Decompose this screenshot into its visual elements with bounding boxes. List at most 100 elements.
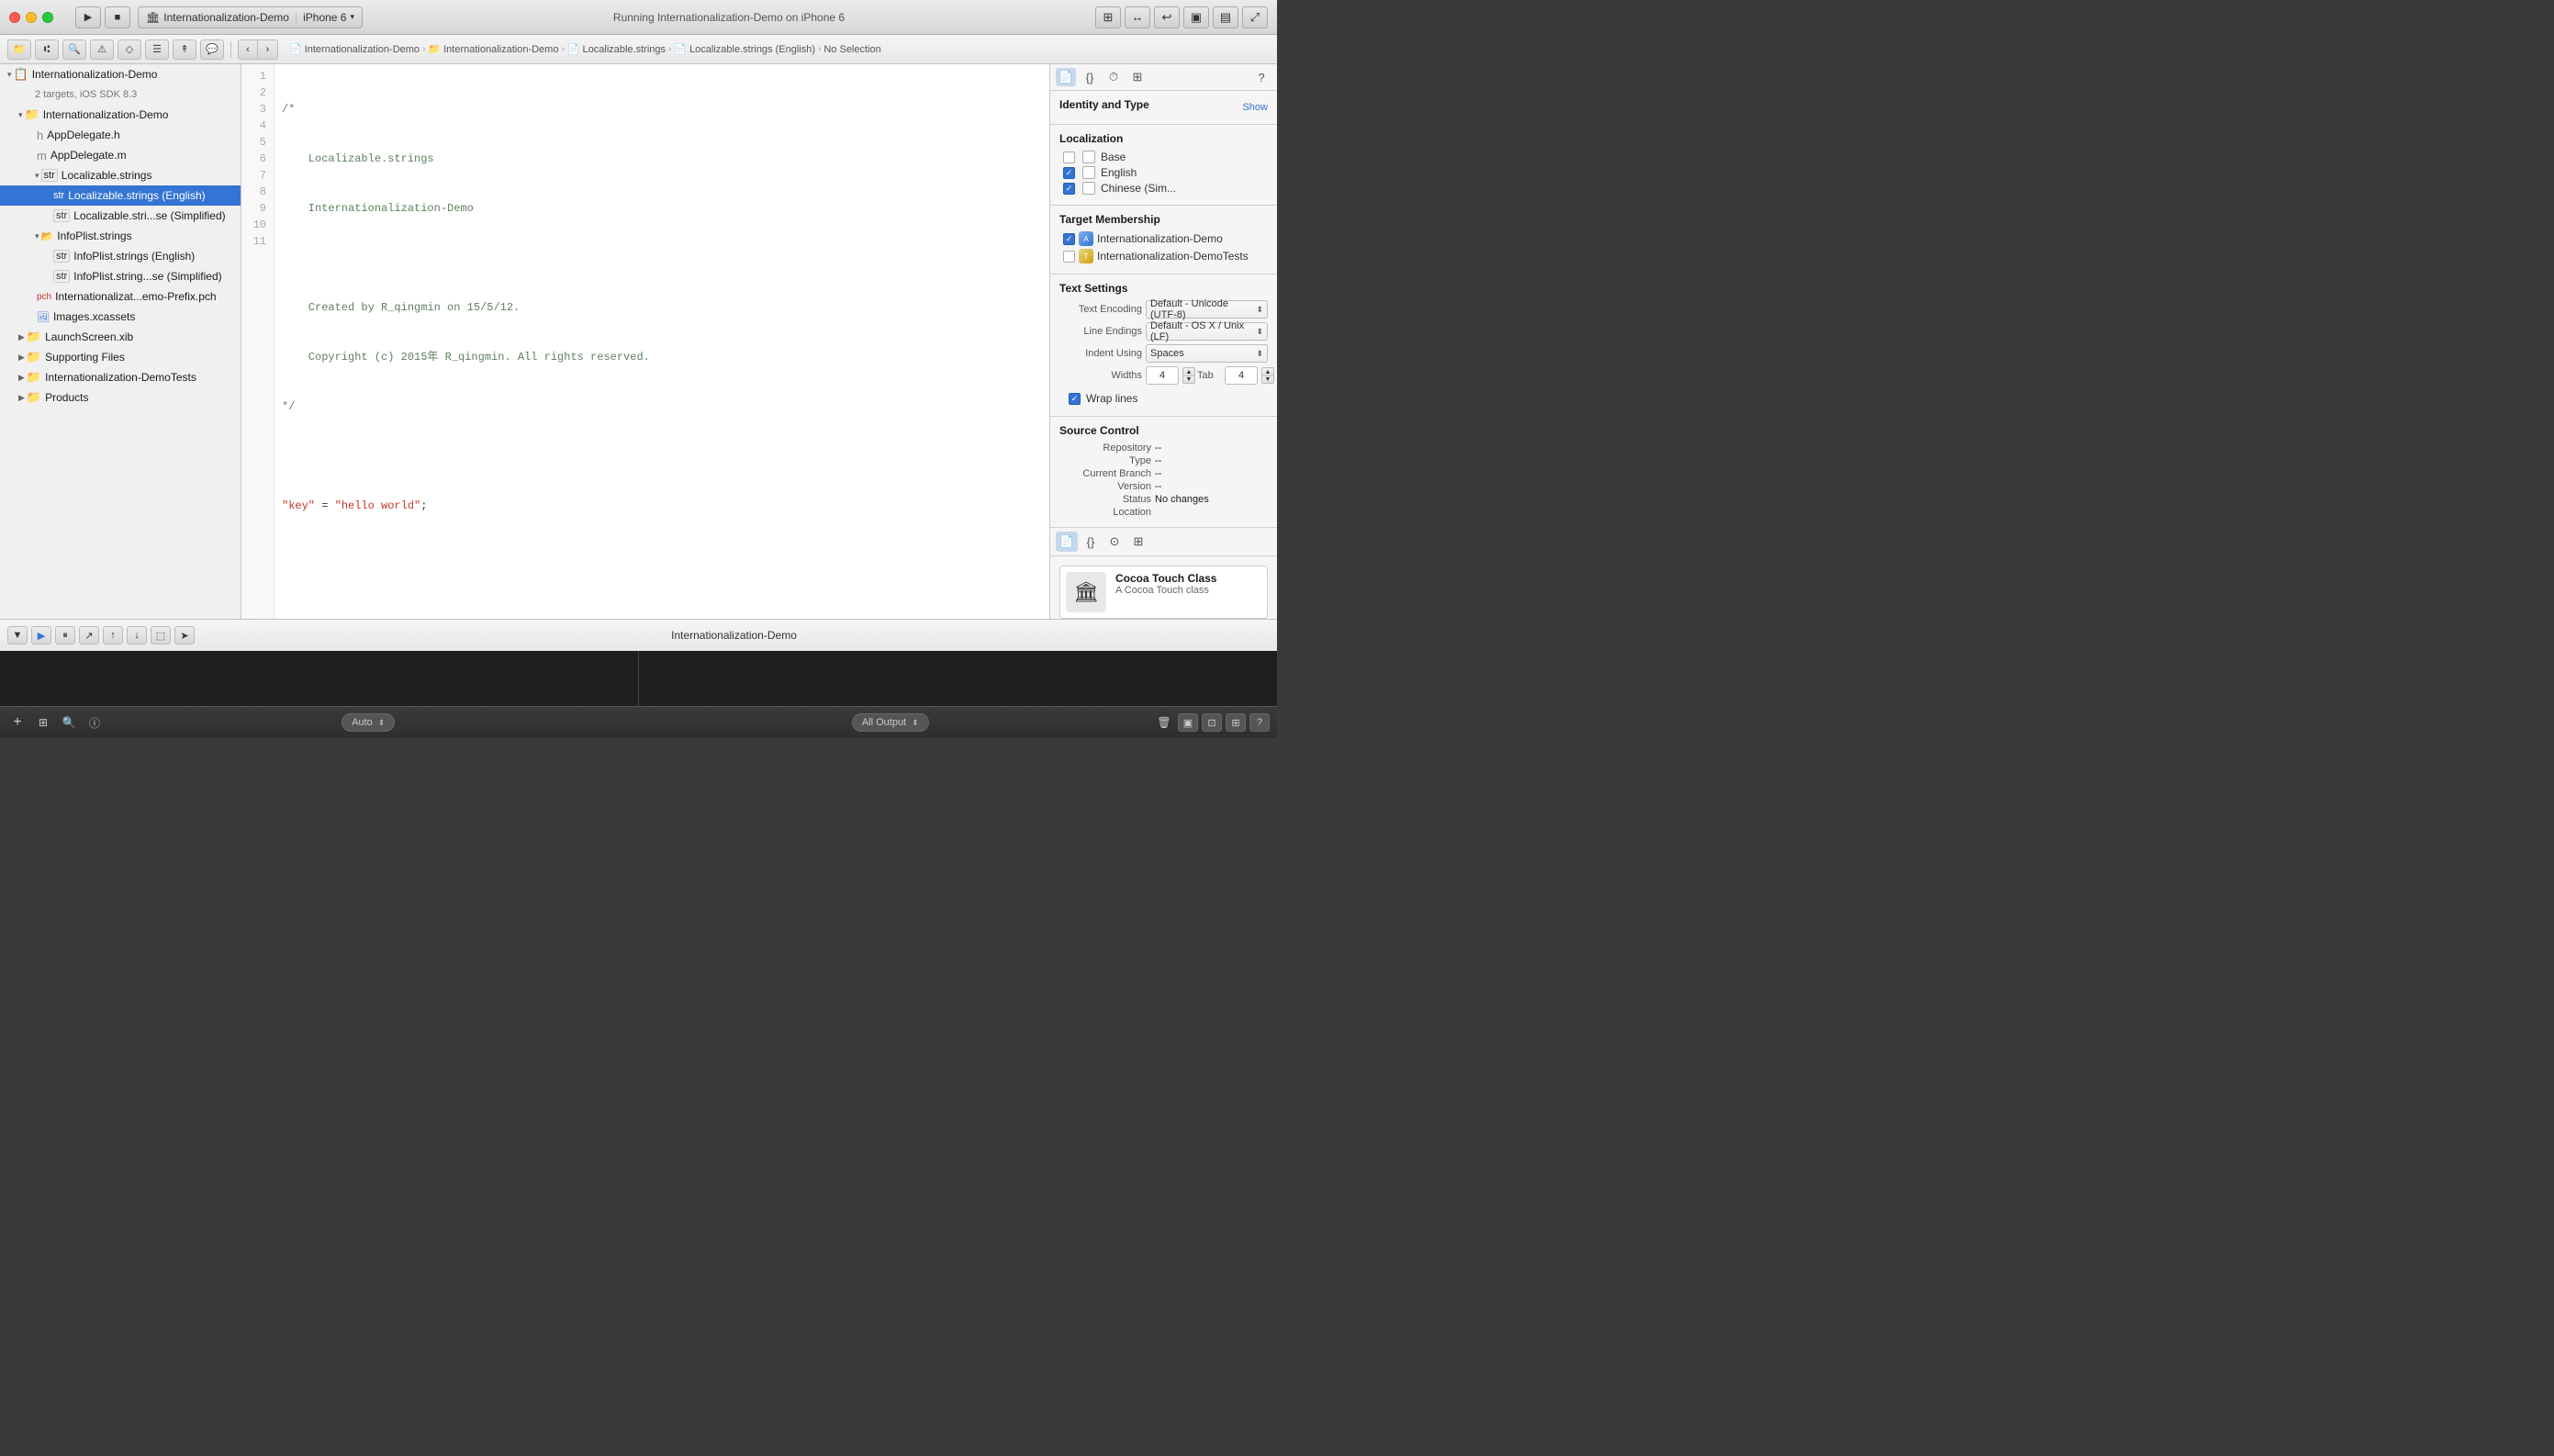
target-demo-checkbox[interactable] — [1063, 233, 1075, 245]
full-screen-button[interactable]: ⤢ — [1242, 6, 1268, 28]
line-endings-select[interactable]: Default - OS X / Unix (LF) ⬍ — [1146, 322, 1268, 341]
bottom-help-button[interactable]: ? — [1249, 713, 1270, 732]
sidebar-item-products[interactable]: 📁 Products — [0, 387, 241, 408]
localization-english-checkbox[interactable] — [1063, 167, 1075, 179]
sidebar-item-localizable-strings[interactable]: str Localizable.strings — [0, 165, 241, 185]
sidebar-item-infoplist[interactable]: 📂 InfoPlist.strings — [0, 226, 241, 246]
test-navigator-button[interactable]: ◇ — [118, 39, 141, 60]
rp-grid-button[interactable]: ⊞ — [1127, 68, 1148, 86]
indent-width-input[interactable]: 4 — [1225, 366, 1258, 385]
run-debug-button[interactable]: ▶ — [31, 626, 51, 644]
output-selector[interactable]: All Output ⬍ — [852, 713, 929, 732]
breadcrumb-item-1[interactable]: 📄 Internationalization-Demo — [289, 43, 420, 55]
zoom-button[interactable] — [42, 12, 53, 23]
tab-width-input[interactable]: 4 — [1146, 366, 1179, 385]
breadcrumb-item-4[interactable]: 📄 Localizable.strings (English) — [674, 43, 815, 55]
sidebar-item-appdelegate-h[interactable]: h AppDelegate.h — [0, 125, 241, 145]
step-out-button[interactable]: ↑ — [103, 626, 123, 644]
localization-base-checkbox[interactable] — [1063, 151, 1075, 163]
file-navigator-button[interactable]: 📁 — [7, 39, 31, 60]
close-button[interactable] — [9, 12, 20, 23]
pause-button[interactable]: ⏸ — [55, 626, 75, 644]
bottom-layout-3[interactable]: ⊞ — [1226, 713, 1246, 732]
breadcrumb-item-2[interactable]: 📁 Internationalization-Demo — [428, 43, 558, 55]
sidebar-item-main-group[interactable]: 📁 Internationalization-Demo — [0, 105, 241, 125]
rp-tab-json[interactable]: {} — [1080, 532, 1102, 552]
sidebar-item-supporting[interactable]: 📁 Supporting Files — [0, 347, 241, 367]
minimize-button[interactable] — [26, 12, 37, 23]
breakpoint-navigator-button[interactable]: ↟ — [173, 39, 196, 60]
auto-selector[interactable]: Auto ⬍ — [342, 713, 395, 732]
debug-navigator-button[interactable]: ☰ — [145, 39, 169, 60]
source-control-button[interactable]: ⑆ — [35, 39, 59, 60]
nav-forward-button[interactable]: › — [258, 39, 278, 60]
scheme-selector[interactable]: 🏛 Internationalization-Demo | iPhone 6 ▾ — [138, 6, 363, 28]
rp-show-button[interactable]: Show — [1242, 102, 1268, 113]
step-over-button[interactable]: ↗ — [79, 626, 99, 644]
sidebar-item-localizable-simplified[interactable]: str Localizable.stri...se (Simplified) — [0, 206, 241, 226]
encoding-select[interactable]: Default - Unicode (UTF-8) ⬍ — [1146, 300, 1268, 319]
right-panel-toggle[interactable]: ▤ — [1213, 6, 1238, 28]
sidebar-item-demotests[interactable]: 📁 Internationalization-DemoTests — [0, 367, 241, 387]
view-toggle-button[interactable]: ▣ — [1183, 6, 1209, 28]
disclosure-demotests[interactable] — [18, 373, 25, 383]
disclosure-main[interactable] — [18, 110, 23, 120]
report-navigator-button[interactable]: 💬 — [200, 39, 224, 60]
step-down-button[interactable]: ↓ — [127, 626, 147, 644]
rp-clock-button[interactable]: ⏱ — [1103, 68, 1124, 86]
console-toggle-button[interactable]: ▼ — [7, 626, 28, 644]
rp-tab-grid[interactable]: ⊞ — [1127, 532, 1149, 552]
sidebar-item-prefix-pch[interactable]: pch Internationalizat...emo-Prefix.pch — [0, 286, 241, 307]
indent-stepper-down[interactable]: ▼ — [1261, 375, 1274, 384]
sidebar-item-localizable-english[interactable]: str Localizable.strings (English) — [0, 185, 241, 206]
filter-button[interactable]: ⓘ — [84, 713, 105, 732]
disclosure-products[interactable] — [18, 393, 25, 403]
editor-layout-button[interactable]: ⊞ — [1095, 6, 1121, 28]
editor-mode-button[interactable]: ⊞ — [33, 713, 53, 732]
add-file-button[interactable]: + — [7, 713, 28, 732]
disclosure-supporting[interactable] — [18, 353, 25, 363]
code-editor[interactable]: 12345 67891011 /* Localizable.strings In… — [241, 64, 1049, 619]
sidebar-item-infoplist-english[interactable]: str InfoPlist.strings (English) — [0, 246, 241, 266]
issue-navigator-button[interactable]: ⚠ — [90, 39, 114, 60]
jump-bar-button[interactable]: ↔ — [1125, 6, 1150, 28]
template-card-cocoa[interactable]: 🏛 Cocoa Touch Class A Cocoa Touch class — [1059, 566, 1268, 619]
stop-button[interactable]: ■ — [105, 6, 130, 28]
sidebar-item-infoplist-simplified[interactable]: str InfoPlist.string...se (Simplified) — [0, 266, 241, 286]
scope-button[interactable]: 🔍 — [59, 713, 79, 732]
sidebar-item-launchscreen[interactable]: 📁 LaunchScreen.xib — [0, 327, 241, 347]
sidebar-item-images[interactable]: 🖼 Images.xcassets — [0, 307, 241, 327]
back-forward-button[interactable]: ↩ — [1154, 6, 1180, 28]
indent-stepper-up[interactable]: ▲ — [1261, 367, 1274, 375]
disclosure-infoplist[interactable] — [35, 231, 39, 241]
code-content[interactable]: /* Localizable.strings Internationalizat… — [274, 64, 1049, 619]
debug-console-right[interactable] — [639, 651, 1277, 706]
run-button[interactable]: ▶ — [75, 6, 101, 28]
disclosure-localizable[interactable] — [35, 171, 39, 181]
debug-console-left[interactable] — [0, 651, 639, 706]
breadcrumb-item-3[interactable]: 📄 Localizable.strings — [567, 43, 666, 55]
frame-button[interactable]: ⬚ — [151, 626, 171, 644]
rp-tab-file[interactable]: 📄 — [1056, 532, 1078, 552]
bottom-layout-2[interactable]: ⊡ — [1202, 713, 1222, 732]
rp-file-button[interactable]: 📄 — [1056, 68, 1076, 86]
rp-help-button[interactable]: ? — [1251, 68, 1271, 86]
localization-chinese-checkbox[interactable] — [1063, 183, 1075, 195]
trash-button[interactable]: 🗑 — [1154, 713, 1174, 732]
tab-stepper-down[interactable]: ▼ — [1182, 375, 1195, 384]
simulator-button[interactable]: ➤ — [174, 626, 195, 644]
bottom-layout-1[interactable]: ▣ — [1178, 713, 1198, 732]
disclosure-launchscreen[interactable] — [18, 332, 25, 342]
code-editor-area[interactable]: 12345 67891011 /* Localizable.strings In… — [241, 64, 1049, 619]
nav-back-button[interactable]: ‹ — [238, 39, 258, 60]
rp-tab-clock[interactable]: ⊙ — [1103, 532, 1126, 552]
disclosure-root[interactable] — [7, 70, 12, 80]
tab-stepper-up[interactable]: ▲ — [1182, 367, 1195, 375]
wrap-lines-checkbox[interactable] — [1069, 393, 1081, 405]
rp-json-button[interactable]: {} — [1080, 68, 1100, 86]
sidebar-item-root[interactable]: 📋 Internationalization-Demo — [0, 64, 241, 84]
indent-select[interactable]: Spaces ⬍ — [1146, 344, 1268, 363]
target-tests-checkbox[interactable] — [1063, 251, 1075, 263]
search-button[interactable]: 🔍 — [62, 39, 86, 60]
sidebar-item-appdelegate-m[interactable]: m AppDelegate.m — [0, 145, 241, 165]
